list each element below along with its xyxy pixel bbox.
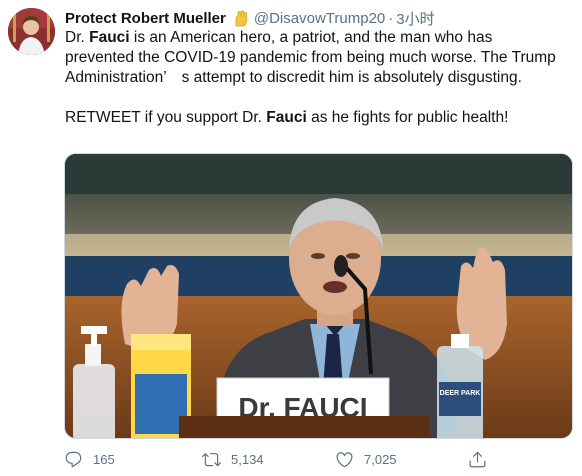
tweet-text: Dr. Fauci is an American hero, a patriot… — [65, 28, 565, 128]
bold-word: Fauci — [89, 29, 130, 46]
separator-dot: · — [388, 9, 394, 27]
tweet-header: Protect Robert Mueller @DisavowTrump20 ·… — [65, 8, 435, 28]
text-segment: RETWEET if you support Dr. — [65, 109, 267, 126]
bold-word: Fauci — [266, 109, 307, 126]
tweet-photo[interactable]: DEER PARK Dr. FAUCI — [64, 153, 573, 439]
tweet[interactable]: Protect Robert Mueller @DisavowTrump20 ·… — [0, 0, 582, 476]
reply-icon — [65, 451, 82, 467]
tweet-paragraph-1: Dr. Fauci is an American hero, a patriot… — [65, 28, 565, 88]
bottle-label: DEER PARK — [440, 390, 481, 397]
reply-count: 165 — [93, 451, 115, 467]
raised-fist-icon — [232, 10, 249, 27]
retweet-button[interactable]: 5,134 — [202, 448, 264, 470]
display-name[interactable]: Protect Robert Mueller — [65, 10, 226, 27]
share-button[interactable] — [468, 448, 497, 470]
text-segment: as he fights for public health! — [306, 109, 509, 126]
reply-button[interactable]: 165 — [64, 448, 115, 470]
avatar[interactable] — [8, 8, 55, 55]
like-button[interactable]: 7,025 — [335, 448, 397, 470]
retweet-icon — [202, 452, 221, 466]
share-icon — [469, 451, 486, 467]
text-segment: is an American hero, a patriot, and the … — [65, 29, 556, 86]
text-segment: Dr. — [65, 29, 90, 46]
retweet-count: 5,134 — [231, 451, 264, 467]
like-count: 7,025 — [364, 451, 397, 467]
tweet-paragraph-2: RETWEET if you support Dr. Fauci as he f… — [65, 108, 565, 128]
tweet-actions: 165 5,134 7,025 — [64, 448, 544, 470]
handle[interactable]: @DisavowTrump20 — [254, 10, 385, 27]
heart-icon — [336, 451, 353, 467]
timestamp[interactable]: 3小时 — [396, 8, 434, 29]
